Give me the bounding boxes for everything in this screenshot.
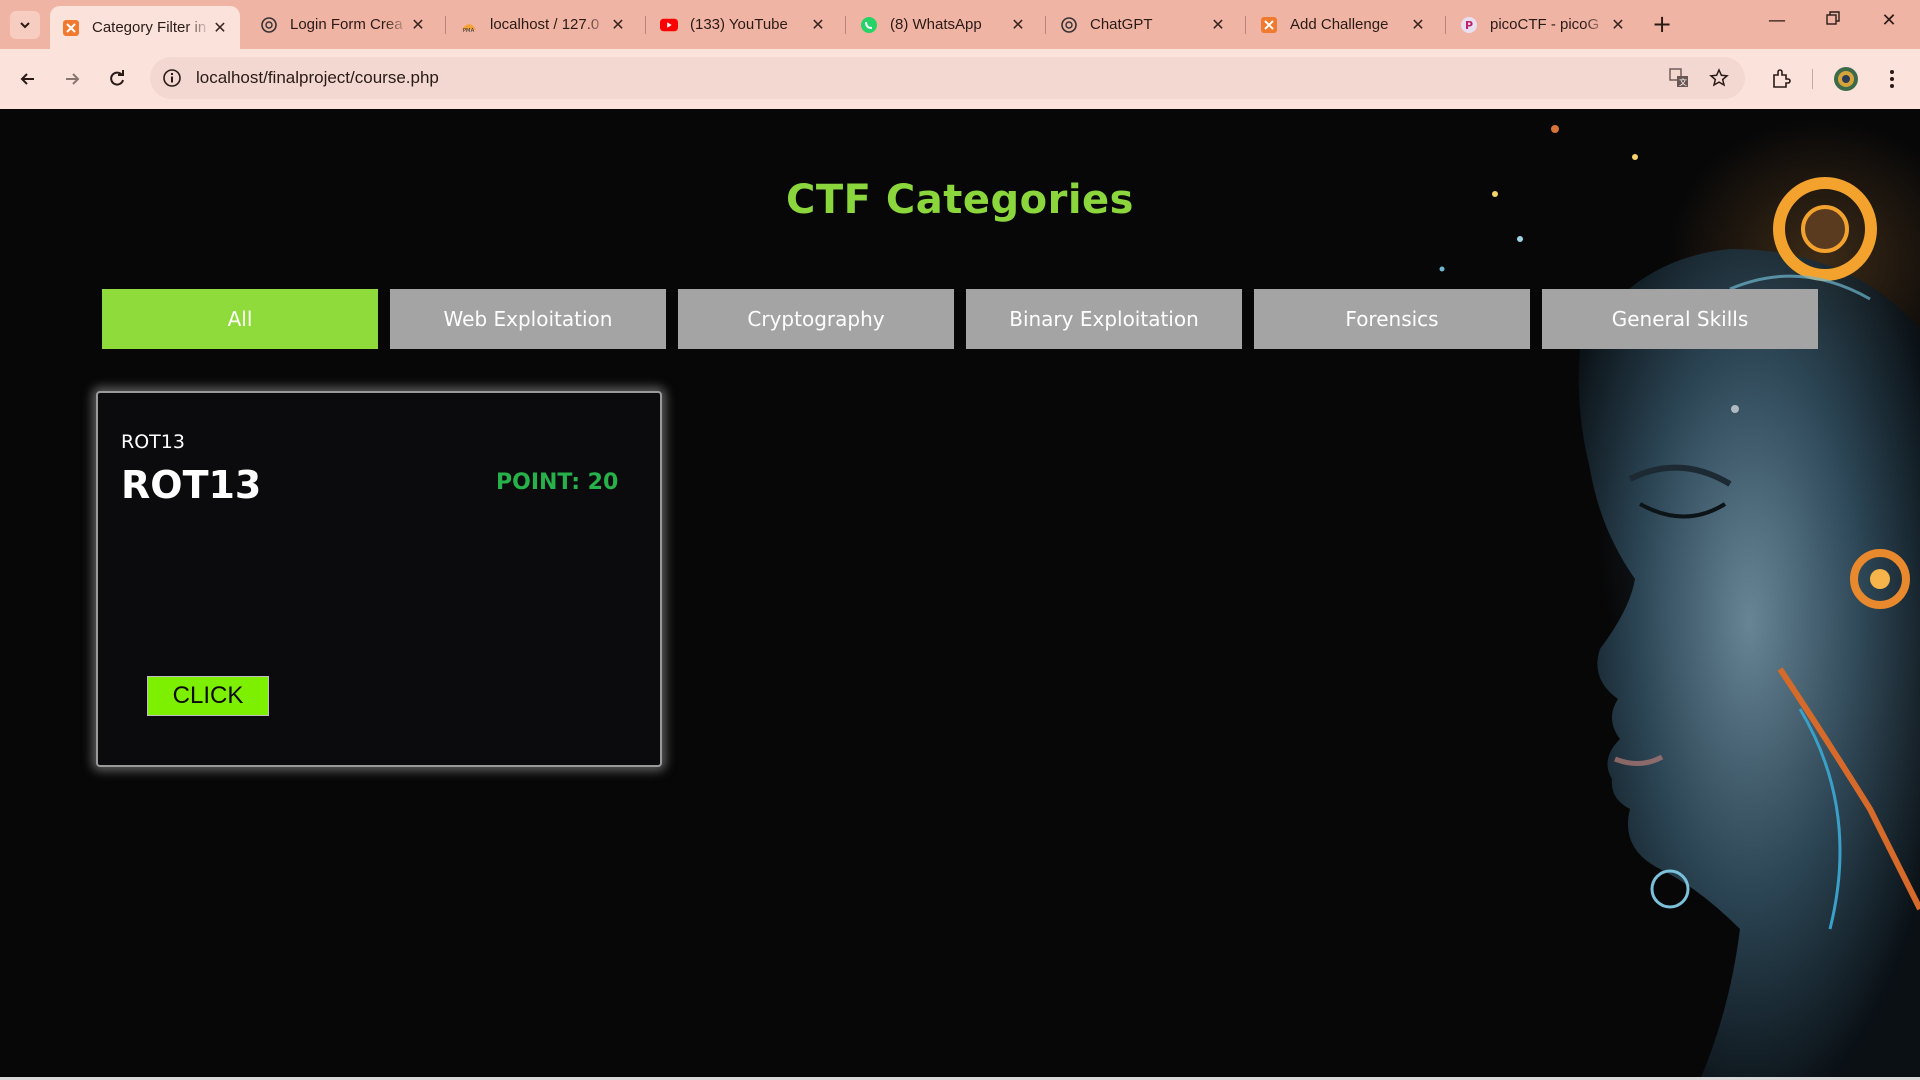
filter-web-exploitation-button[interactable]: Web Exploitation xyxy=(390,289,666,349)
tab-add-challenge[interactable]: Add Challenge ✕ xyxy=(1248,8,1438,41)
tab-divider xyxy=(1045,16,1046,34)
chatgpt-icon xyxy=(1060,16,1078,34)
forward-icon[interactable] xyxy=(58,65,86,93)
svg-text:文: 文 xyxy=(1679,77,1687,87)
profile-avatar[interactable] xyxy=(1832,65,1860,93)
browser-toolbar: localhost/finalproject/course.php 文 xyxy=(0,49,1920,109)
tab-title: (133) YouTube xyxy=(690,16,788,33)
tab-chatgpt[interactable]: ChatGPT ✕ xyxy=(1048,8,1238,41)
xampp-icon xyxy=(62,19,80,37)
tab-title: Add Challenge xyxy=(1290,16,1389,33)
page-viewport: CTF Categories All Web Exploitation Cryp… xyxy=(0,109,1920,1080)
youtube-icon xyxy=(660,16,678,34)
whatsapp-icon xyxy=(860,16,878,34)
tab-title: picoCTF - picoG xyxy=(1490,16,1600,33)
close-tab-icon[interactable]: ✕ xyxy=(1208,15,1228,35)
tab-title: Category Filter in xyxy=(92,19,207,36)
phpmyadmin-icon: PMA xyxy=(460,16,478,34)
tab-phpmyadmin[interactable]: PMA localhost / 127.0 ✕ xyxy=(448,8,638,41)
challenge-card: ROT13 ROT13 POINT: 20 CLICK xyxy=(96,391,662,767)
page-title: CTF Categories xyxy=(786,177,1134,223)
svg-text:PMA: PMA xyxy=(463,28,475,34)
tab-title: Login Form Crea xyxy=(290,16,403,33)
cyborg-face-background-image xyxy=(1400,109,1920,1080)
reload-icon[interactable] xyxy=(103,65,131,93)
close-tab-icon[interactable]: ✕ xyxy=(210,18,230,38)
more-menu-icon[interactable] xyxy=(1878,65,1906,93)
close-tab-icon[interactable]: ✕ xyxy=(808,15,828,35)
back-icon[interactable] xyxy=(14,65,42,93)
tab-picoctf[interactable]: P picoCTF - picoG ✕ xyxy=(1448,8,1638,41)
filter-all-button[interactable]: All xyxy=(102,289,378,349)
tab-login-form[interactable]: Login Form Crea ✕ xyxy=(248,8,438,41)
tab-whatsapp[interactable]: (8) WhatsApp ✕ xyxy=(848,8,1038,41)
picoctf-icon: P xyxy=(1460,16,1478,34)
filter-cryptography-button[interactable]: Cryptography xyxy=(678,289,954,349)
tab-title: localhost / 127.0 xyxy=(490,16,600,33)
translate-icon[interactable]: 文 xyxy=(1668,67,1690,89)
toolbar-divider xyxy=(1812,69,1813,89)
close-tab-icon[interactable]: ✕ xyxy=(1008,15,1028,35)
xampp-icon xyxy=(1260,16,1278,34)
close-window-icon[interactable]: ✕ xyxy=(1874,10,1904,31)
tab-youtube[interactable]: (133) YouTube ✕ xyxy=(648,8,838,41)
restore-icon[interactable] xyxy=(1818,10,1848,31)
close-tab-icon[interactable]: ✕ xyxy=(1608,15,1628,35)
tab-category-filter[interactable]: Category Filter in ✕ xyxy=(50,6,240,49)
chatgpt-icon xyxy=(260,16,278,34)
challenge-category-label: ROT13 xyxy=(121,431,185,453)
tab-divider xyxy=(645,16,646,34)
challenge-title: ROT13 xyxy=(121,463,262,507)
filter-general-skills-button[interactable]: General Skills xyxy=(1542,289,1818,349)
tab-divider xyxy=(1445,16,1446,34)
minimize-icon[interactable]: — xyxy=(1762,10,1792,31)
filter-forensics-button[interactable]: Forensics xyxy=(1254,289,1530,349)
close-tab-icon[interactable]: ✕ xyxy=(1408,15,1428,35)
chevron-down-icon xyxy=(20,22,30,29)
new-tab-icon[interactable]: + xyxy=(1652,10,1672,38)
svg-text:P: P xyxy=(1465,19,1473,32)
tab-divider xyxy=(445,16,446,34)
close-tab-icon[interactable]: ✕ xyxy=(608,15,628,35)
tab-divider xyxy=(845,16,846,34)
tab-title: ChatGPT xyxy=(1090,16,1153,33)
close-tab-icon[interactable]: ✕ xyxy=(408,15,428,35)
url-text[interactable]: localhost/finalproject/course.php xyxy=(196,68,439,88)
tab-strip: Category Filter in ✕ Login Form Crea ✕ P… xyxy=(0,0,1920,49)
challenge-click-button[interactable]: CLICK xyxy=(147,676,269,716)
address-bar[interactable]: localhost/finalproject/course.php 文 xyxy=(150,57,1745,99)
tab-divider xyxy=(1245,16,1246,34)
filter-binary-exploitation-button[interactable]: Binary Exploitation xyxy=(966,289,1242,349)
site-info-icon[interactable] xyxy=(162,68,182,88)
tab-search-button[interactable] xyxy=(10,11,40,39)
cyborg-face-illustration xyxy=(1439,125,1920,1080)
challenge-points: POINT: 20 xyxy=(496,470,619,495)
bookmark-star-icon[interactable] xyxy=(1708,67,1730,89)
tab-title: (8) WhatsApp xyxy=(890,16,982,33)
extensions-icon[interactable] xyxy=(1767,65,1795,93)
